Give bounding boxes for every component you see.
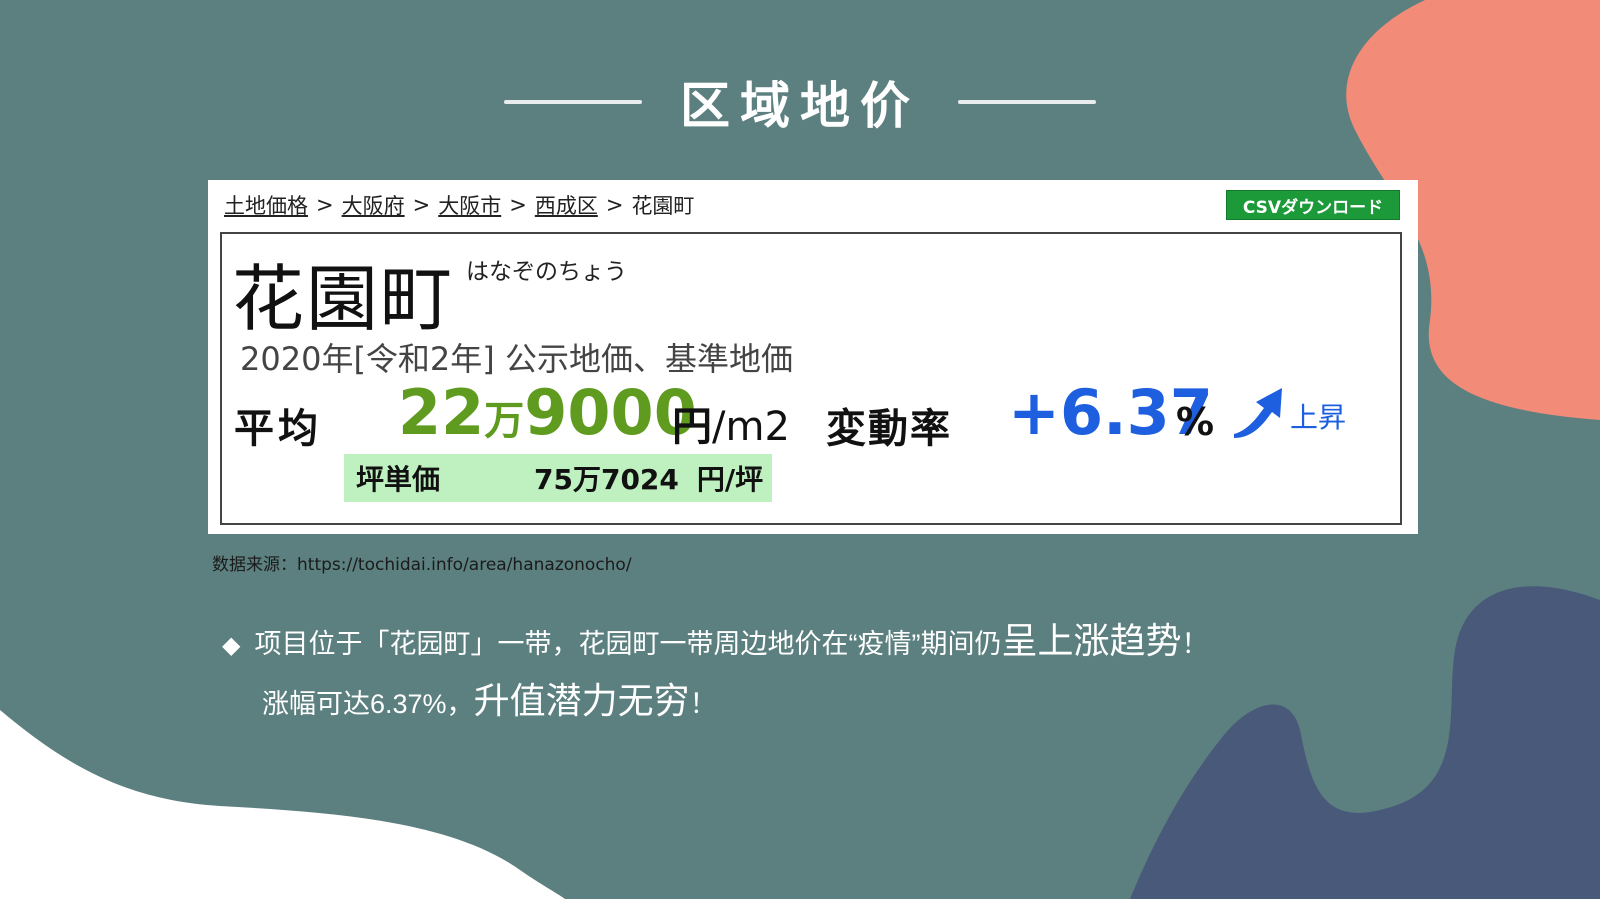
breadcrumb-separator: > — [605, 193, 624, 217]
rate-percent: % — [1176, 400, 1215, 444]
title-left-line — [504, 100, 642, 104]
breadcrumb: 土地価格 > 大阪府 > 大阪市 > 西成区 > 花園町 — [224, 190, 694, 220]
bullet-line1-normal: 项目位于「花园町」一带，花园町一带周边地价在“疫情”期间仍 — [254, 629, 1002, 659]
breadcrumb-link-osaka-city[interactable]: 大阪市 — [438, 190, 501, 220]
price-unit: 円/m2 — [672, 394, 790, 452]
data-source: 数据来源：https://tochidai.info/area/hanazono… — [212, 555, 632, 575]
town-kana: はなぞのちょう — [466, 259, 627, 285]
breadcrumb-current: 花園町 — [631, 194, 695, 218]
price-man: 万 — [484, 398, 525, 444]
csv-download-button[interactable]: CSVダウンロード — [1226, 190, 1400, 220]
price-summary-panel: 花園町 はなぞのちょう 2020年[令和2年] 公示地価、基準地価 平均 22 … — [220, 232, 1402, 525]
white-blob-shape — [0, 710, 565, 899]
land-price-card: 土地価格 > 大阪府 > 大阪市 > 西成区 > 花園町 CSVダウンロード 花… — [208, 180, 1418, 534]
bullet-text: ◆ 项目位于「花园町」一带，花园町一带周边地价在“疫情”期间仍 呈上涨趋势 ！ … — [222, 612, 1208, 724]
rate-label: 変動率 — [826, 406, 952, 452]
price-unit-yen: 円 — [672, 404, 712, 450]
average-label: 平均 — [234, 406, 322, 452]
breadcrumb-separator: > — [412, 193, 431, 217]
tsubo-unit: 円/坪 — [696, 463, 764, 496]
bullet-line-2: 涨幅可达6.37%， 升值潜力无穷 ！ — [262, 672, 1208, 724]
up-arrow-icon — [1234, 388, 1282, 438]
title-row: 区域地价 — [0, 72, 1600, 135]
price-part2: 9000 — [524, 376, 697, 449]
tsubo-label: 坪単価 — [356, 463, 441, 496]
breadcrumb-link-nishinari[interactable]: 西成区 — [535, 190, 598, 220]
bullet-line-1: ◆ 项目位于「花园町」一带，花园町一带周边地价在“疫情”期间仍 呈上涨趋势 ！ — [222, 612, 1208, 664]
title-right-line — [958, 100, 1096, 104]
average-price: 22 万 9000 — [398, 376, 697, 449]
breadcrumb-separator: > — [316, 193, 334, 217]
tsubo-value: 75万7024 — [534, 463, 679, 496]
breadcrumb-separator: > — [509, 193, 527, 217]
breadcrumb-link-osaka-pref[interactable]: 大阪府 — [342, 190, 405, 220]
price-unit-area: /m2 — [712, 404, 790, 450]
price-part1: 22 — [398, 376, 485, 449]
bullet-line2-end: ！ — [689, 689, 717, 719]
page-title: 区域地价 — [680, 76, 920, 135]
bullet-line2-emphasis: 升值潜力无穷 — [473, 680, 690, 721]
year-line: 2020年[令和2年] 公示地価、基準地価 — [240, 340, 793, 378]
bullet-line1-end: ！ — [1181, 629, 1209, 659]
bullet-line1-emphasis: 呈上涨趋势 — [1001, 620, 1182, 661]
town-name: 花園町 — [232, 257, 455, 341]
rate-trend-label: 上昇 — [1290, 401, 1347, 434]
breadcrumb-link-land-price[interactable]: 土地価格 — [224, 190, 308, 220]
diamond-icon: ◆ — [222, 632, 241, 659]
tsubo-price-box: 坪単価 75万7024 円/坪 — [344, 454, 772, 502]
bullet-line2-normal: 涨幅可达6.37%， — [262, 689, 474, 719]
